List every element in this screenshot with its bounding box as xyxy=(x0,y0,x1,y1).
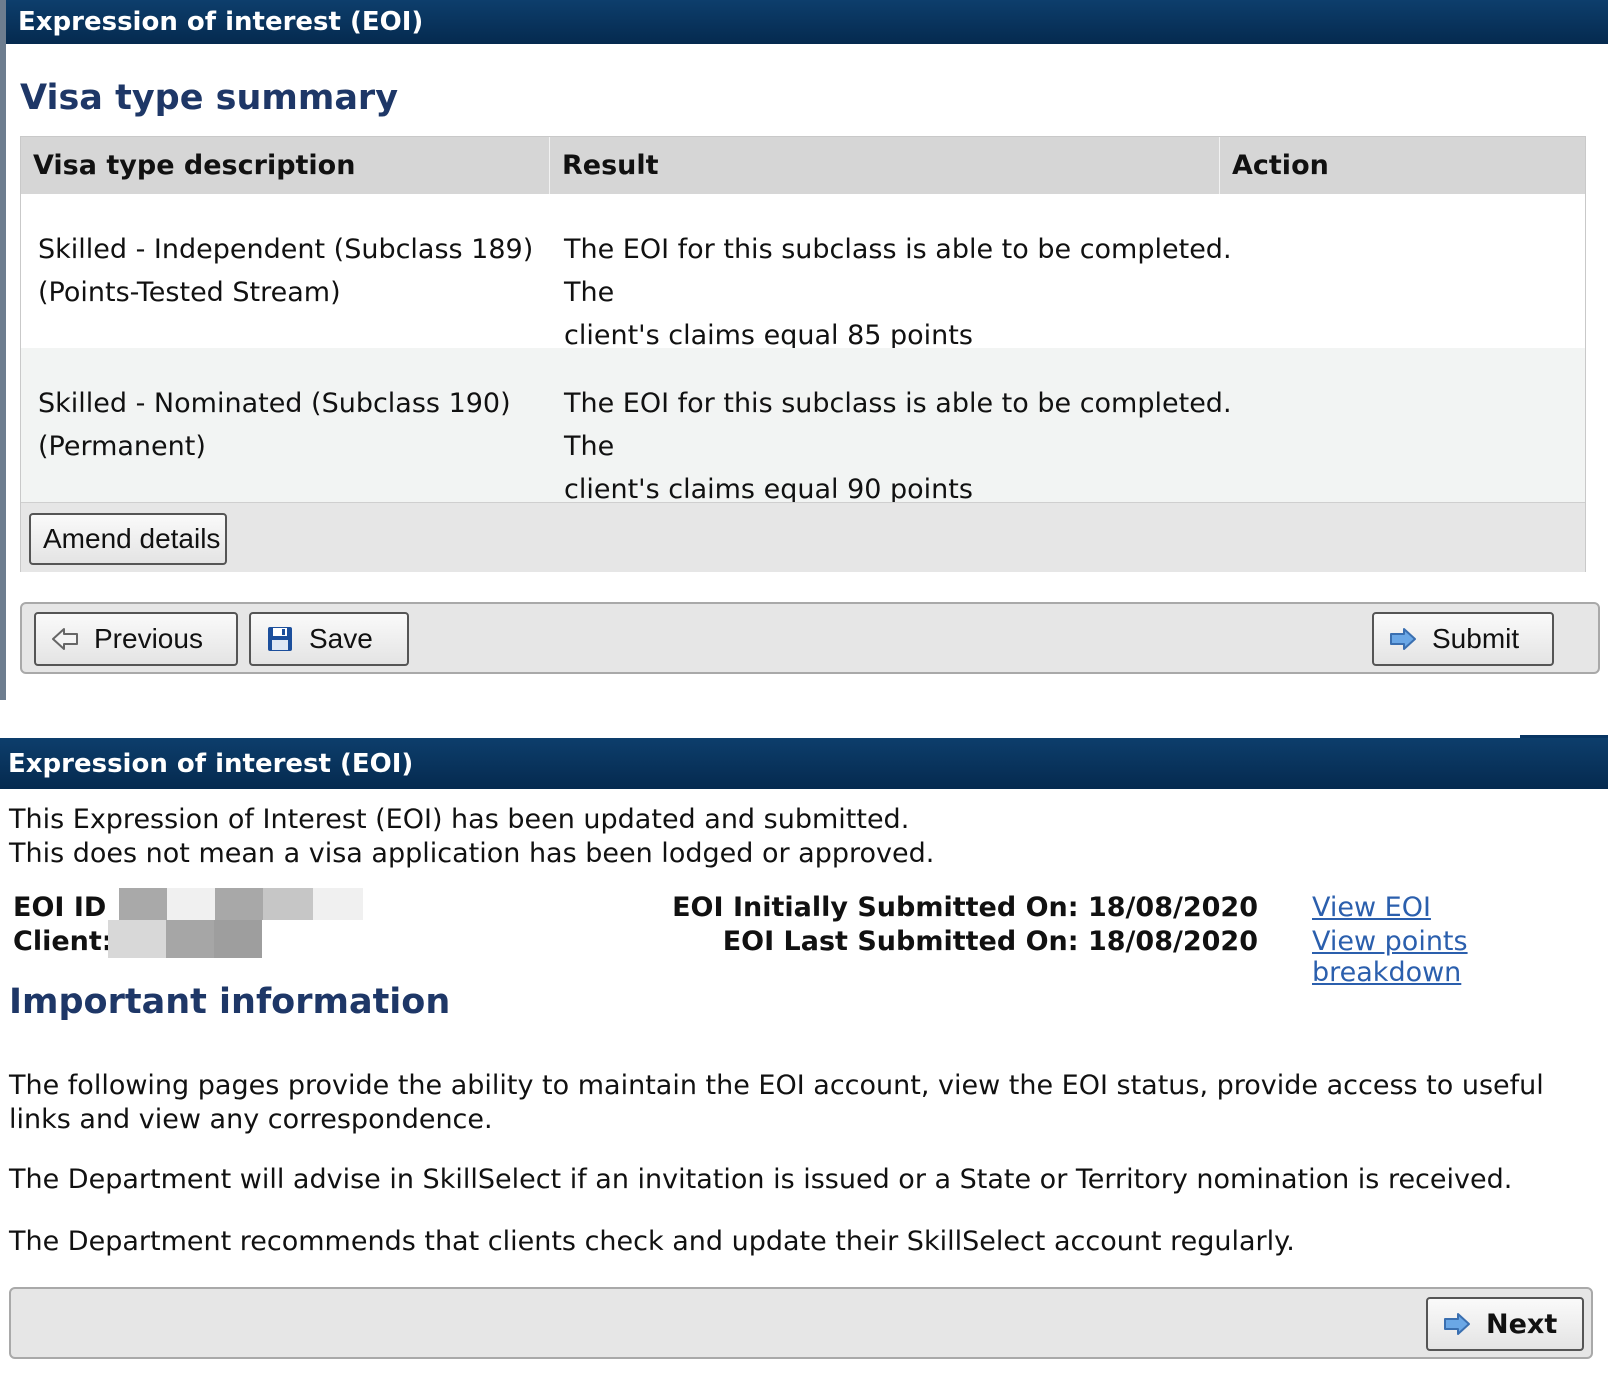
navigation-bar: Previous Save Submit xyxy=(20,602,1600,674)
save-label: Save xyxy=(309,623,373,654)
panel-left-border xyxy=(0,0,6,700)
floppy-disk-icon xyxy=(265,624,295,654)
important-information-heading: Important information xyxy=(9,982,451,1022)
panel-title-bar: Expression of interest (EOI) xyxy=(0,738,1608,789)
info-paragraph: The Department recommends that clients c… xyxy=(9,1226,1295,1257)
view-points-breakdown-link[interactable]: View points breakdown xyxy=(1312,926,1608,988)
eoi-id-label: EOI ID xyxy=(13,892,107,923)
column-header-description: Visa type description xyxy=(33,150,356,181)
result-prefix: client's claims xyxy=(564,474,764,505)
confirmation-disclaimer: This does not mean a visa application ha… xyxy=(9,838,935,869)
amend-details-button[interactable]: Amend details xyxy=(29,513,227,565)
visa-result: The EOI for this subclass is able to be … xyxy=(564,382,1264,525)
visa-description-line: Skilled - Nominated (Subclass 190) xyxy=(38,388,511,419)
page-heading: Visa type summary xyxy=(20,78,399,118)
submit-label: Submit xyxy=(1432,623,1520,654)
previous-button[interactable]: Previous xyxy=(34,612,238,666)
visa-result: The EOI for this subclass is able to be … xyxy=(564,228,1264,371)
column-header-action: Action xyxy=(1232,150,1329,181)
redacted-client-name xyxy=(108,920,262,958)
view-eoi-link[interactable]: View EOI xyxy=(1312,892,1431,923)
result-line: The EOI for this subclass is able to be … xyxy=(564,388,1232,462)
visa-description: Skilled - Nominated (Subclass 190) (Perm… xyxy=(38,382,558,468)
previous-label: Previous xyxy=(94,623,203,654)
table-footer: Amend details xyxy=(21,502,1585,572)
visa-description: Skilled - Independent (Subclass 189) (Po… xyxy=(38,228,558,314)
navigation-bar: Next xyxy=(9,1287,1593,1359)
client-label: Client: xyxy=(13,926,113,957)
info-paragraph: The following pages provide the ability … xyxy=(9,1070,1544,1135)
arrow-left-icon xyxy=(50,624,80,654)
visa-summary-panel: Expression of interest (EOI) Visa type s… xyxy=(0,0,1608,700)
next-label: Next xyxy=(1486,1308,1558,1340)
redacted-eoi-id xyxy=(119,888,363,920)
visa-description-line: (Points-Tested Stream) xyxy=(38,277,341,308)
info-paragraph: The Department will advise in SkillSelec… xyxy=(9,1164,1513,1195)
initially-submitted-date: EOI Initially Submitted On: 18/08/2020 xyxy=(672,892,1258,923)
confirmation-message: This Expression of Interest (EOI) has be… xyxy=(9,804,910,835)
submit-button[interactable]: Submit xyxy=(1372,612,1554,666)
table-row: Skilled - Independent (Subclass 189) (Po… xyxy=(21,194,1585,371)
result-prefix: client's claims xyxy=(564,320,764,351)
save-button[interactable]: Save xyxy=(249,612,409,666)
visa-description-line: (Permanent) xyxy=(38,431,206,462)
last-submitted-date: EOI Last Submitted On: 18/08/2020 xyxy=(722,926,1258,957)
arrow-right-icon xyxy=(1388,624,1418,654)
result-line: The EOI for this subclass is able to be … xyxy=(564,234,1232,308)
table-header: Visa type description Result Action xyxy=(21,137,1585,194)
arrow-right-icon xyxy=(1442,1309,1472,1339)
column-header-result: Result xyxy=(562,150,659,181)
table-row: Skilled - Nominated (Subclass 190) (Perm… xyxy=(21,348,1585,525)
panel-title-bar: Expression of interest (EOI) xyxy=(6,0,1608,44)
points-claim-text: equal 85 points xyxy=(763,320,973,351)
next-button[interactable]: Next xyxy=(1426,1297,1584,1351)
visa-type-table: Visa type description Result Action Skil… xyxy=(20,136,1586,572)
points-claim-text: equal 90 points xyxy=(763,474,973,505)
visa-description-line: Skilled - Independent (Subclass 189) xyxy=(38,234,534,265)
